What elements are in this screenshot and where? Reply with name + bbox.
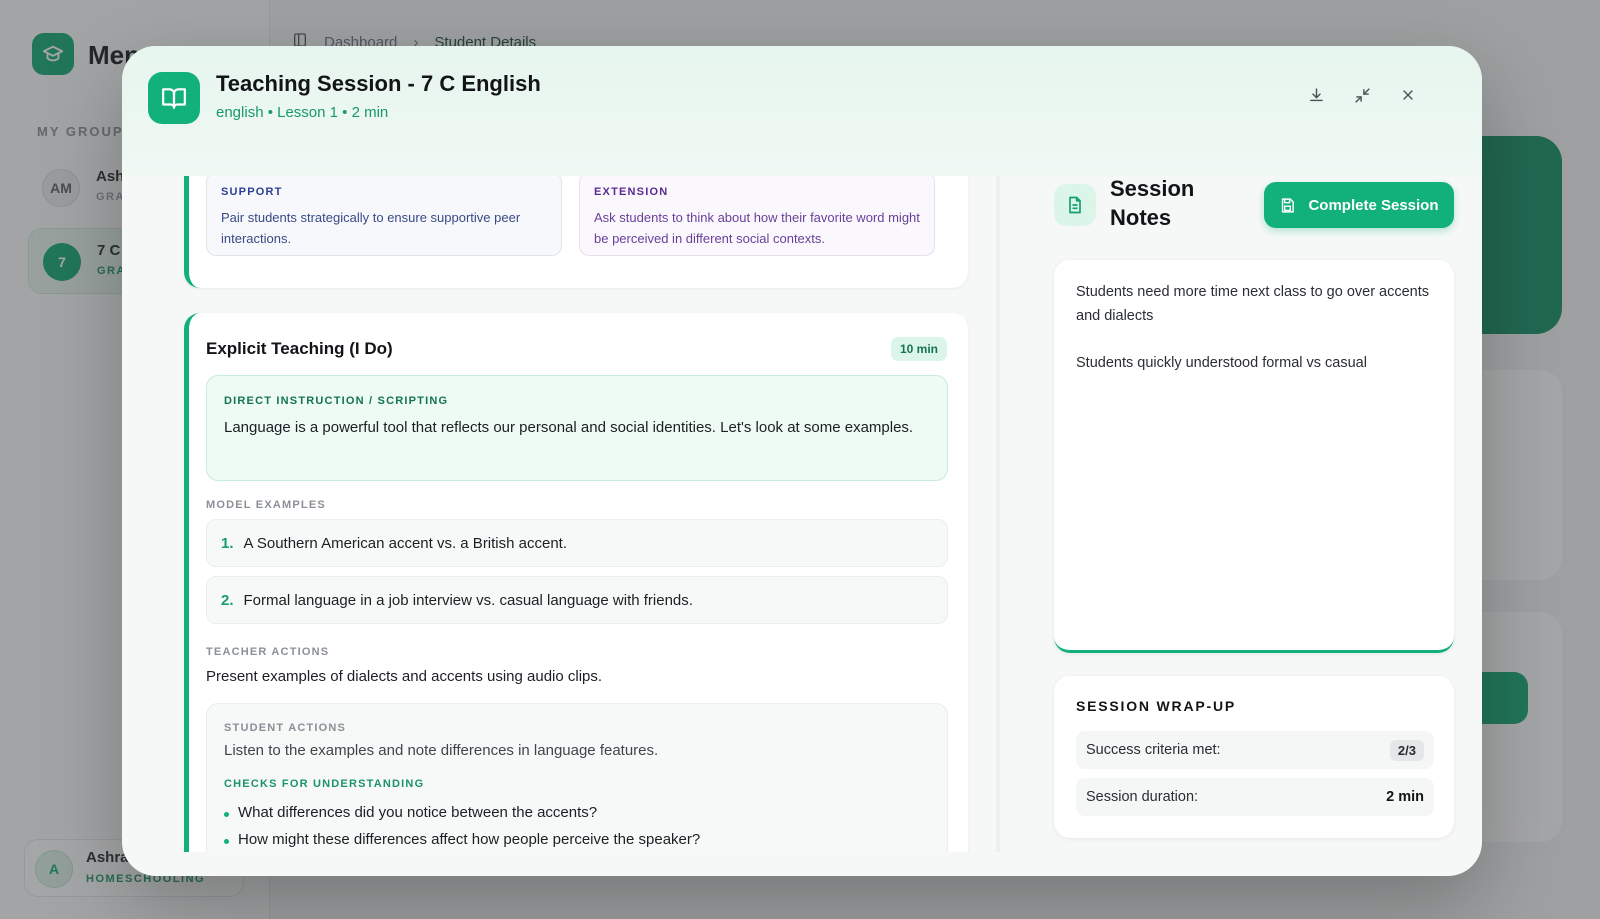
support-text: Pair students strategically to ensure su… — [221, 210, 521, 246]
direct-instruction-label: DIRECT INSTRUCTION / SCRIPTING — [224, 395, 449, 407]
example-text: A Southern American accent vs. a British… — [243, 534, 568, 552]
teaching-session-modal: Teaching Session - 7 C English english •… — [122, 46, 1482, 876]
list-item: 2. Formal language in a job interview vs… — [206, 576, 948, 624]
list-item: How might these differences affect how p… — [224, 826, 930, 852]
checks-label: CHECKS FOR UNDERSTANDING — [224, 778, 425, 790]
complete-session-button[interactable]: Complete Session — [1264, 182, 1454, 228]
lesson-content-scroll[interactable]: SUPPORT Pair students strategically to e… — [148, 176, 1000, 852]
teacher-actions-label: TEACHER ACTIONS — [206, 646, 330, 658]
list-item: What differences did you notice between … — [224, 799, 930, 826]
modal-title: Teaching Session - 7 C English — [216, 71, 541, 96]
duration-value: 2 min — [1386, 789, 1424, 805]
example-number: 2. — [221, 591, 234, 609]
criteria-value: 2/3 — [1389, 739, 1424, 761]
explicit-teaching-card: Explicit Teaching (I Do) 10 min DIRECT I… — [184, 313, 968, 852]
session-notes-textarea[interactable]: Students need more time next class to go… — [1054, 260, 1454, 653]
student-actions-box: STUDENT ACTIONS Listen to the examples a… — [206, 703, 948, 852]
session-duration-row: Session duration: 2 min — [1076, 778, 1434, 816]
save-icon — [1282, 197, 1295, 213]
list-item: 1. A Southern American accent vs. a Brit… — [206, 519, 948, 567]
bullet-icon — [224, 838, 229, 844]
document-icon — [1054, 184, 1096, 226]
extension-text: Ask students to think about how their fa… — [594, 210, 920, 246]
phase-title: Explicit Teaching (I Do) — [206, 339, 393, 358]
phase-time-badge: 10 min — [890, 337, 947, 361]
example-text: Formal language in a job interview vs. c… — [243, 591, 693, 609]
direct-instruction-box: DIRECT INSTRUCTION / SCRIPTING Language … — [206, 375, 948, 481]
download-icon[interactable] — [1302, 81, 1330, 109]
support-box: SUPPORT Pair students strategically to e… — [206, 176, 562, 256]
modal-subtitle: english • Lesson 1 • 2 min — [216, 104, 389, 121]
student-actions-label: STUDENT ACTIONS — [224, 722, 347, 734]
direct-instruction-text: Language is a powerful tool that reflect… — [224, 419, 914, 436]
session-wrapup-card: SESSION WRAP-UP Success criteria met: 2/… — [1054, 676, 1454, 838]
wrapup-title: SESSION WRAP-UP — [1076, 698, 1237, 714]
minimize-icon[interactable] — [1348, 81, 1376, 109]
student-actions-text: Listen to the examples and note differen… — [224, 742, 659, 759]
model-examples-label: MODEL EXAMPLES — [206, 499, 326, 511]
session-notes-title: Session Notes — [1110, 176, 1195, 230]
note-line: Students need more time next class to go… — [1076, 284, 1430, 324]
extension-box: EXTENSION Ask students to think about ho… — [579, 176, 935, 256]
support-label: SUPPORT — [221, 186, 283, 198]
check-text: What differences did you notice between … — [238, 804, 598, 821]
check-text: How might these differences affect how p… — [238, 831, 701, 848]
teacher-actions-text: Present examples of dialects and accents… — [206, 668, 603, 685]
note-line: Students quickly understood formal vs ca… — [1076, 355, 1367, 371]
modal-header: Teaching Session - 7 C English english •… — [122, 46, 1482, 176]
extension-label: EXTENSION — [594, 186, 669, 198]
criteria-label: Success criteria met: — [1086, 742, 1221, 758]
bullet-icon — [224, 811, 229, 817]
book-open-icon — [148, 72, 200, 124]
close-icon[interactable] — [1394, 81, 1422, 109]
duration-label: Session duration: — [1086, 789, 1199, 805]
previous-phase-card: SUPPORT Pair students strategically to e… — [184, 176, 968, 288]
complete-session-label: Complete Session — [1308, 196, 1439, 214]
example-number: 1. — [221, 534, 234, 552]
success-criteria-row: Success criteria met: 2/3 — [1076, 731, 1434, 769]
